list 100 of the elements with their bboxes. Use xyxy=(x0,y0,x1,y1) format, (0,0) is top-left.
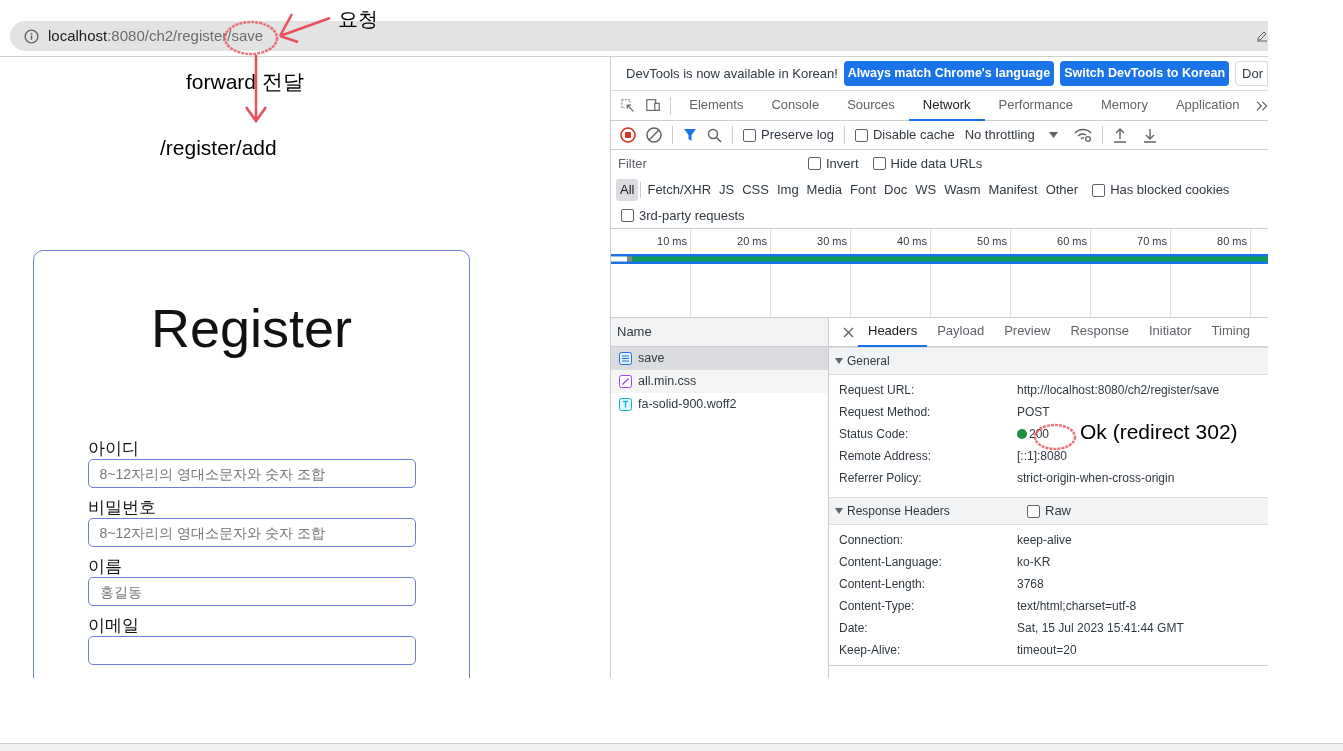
header-value: strict-origin-when-cross-origin xyxy=(1017,470,1175,487)
search-icon[interactable] xyxy=(707,127,722,143)
checkbox[interactable] xyxy=(1027,504,1040,518)
header-value: [::1]:8080 xyxy=(1017,448,1068,465)
header-value: 200 xyxy=(1029,426,1050,443)
timeline-tick: 50 ms xyxy=(977,234,1007,250)
more-tabs-icon[interactable] xyxy=(1255,99,1268,112)
request-row[interactable]: all.min.css xyxy=(611,370,828,393)
header-name: Status Code: xyxy=(838,426,910,443)
field-label: 이메일 xyxy=(87,616,140,636)
throttling-dropdown[interactable]: No throttling xyxy=(964,125,1058,145)
edit-icon[interactable] xyxy=(1256,30,1268,42)
info-icon xyxy=(24,28,39,44)
devtools-tab[interactable]: Performance xyxy=(984,90,1087,121)
type-filter[interactable]: Doc xyxy=(880,179,912,201)
checkbox[interactable] xyxy=(743,128,756,142)
filter-icon[interactable] xyxy=(683,128,697,142)
timeline-tick: 30 ms xyxy=(817,234,847,250)
checkbox[interactable] xyxy=(872,157,886,170)
type-filter[interactable]: Img xyxy=(772,179,803,201)
device-icon[interactable] xyxy=(645,98,661,113)
header-value: keep-alive xyxy=(1017,532,1072,549)
type-filter[interactable]: CSS xyxy=(738,179,773,201)
blocked-cookies-option[interactable]: Has blocked cookies xyxy=(1092,180,1230,200)
download-icon[interactable] xyxy=(1142,127,1157,143)
type-filter[interactable]: All xyxy=(616,179,639,201)
timeline-tick: 70 ms xyxy=(1137,234,1167,250)
raw-option[interactable]: Raw xyxy=(1027,501,1071,521)
input-field[interactable]: 8~12자리의 영대소문자와 숫자 조합 xyxy=(87,518,416,547)
request-row[interactable]: save xyxy=(611,347,828,370)
stylesheet-icon xyxy=(619,375,632,388)
header-name: Referrer Policy: xyxy=(838,470,923,487)
field-label: 아이디 xyxy=(87,439,140,459)
type-filter[interactable]: Fetch/XHR xyxy=(643,179,716,201)
section-header[interactable]: General xyxy=(829,347,1268,375)
timeline-tick: 40 ms xyxy=(897,234,927,250)
header-value: POST xyxy=(1017,404,1050,421)
timeline-tick: 80 ms xyxy=(1217,234,1247,250)
section-title: Response Headers xyxy=(847,503,951,520)
type-filter[interactable]: Media xyxy=(802,179,847,201)
input-field[interactable]: 8~12자리의 영대소문자와 숫자 조합 xyxy=(87,459,416,488)
devtools-tab[interactable]: Sources xyxy=(833,90,909,121)
handwritten-note: Ok (redirect 302) xyxy=(1080,419,1238,445)
url-text: localhost:8080/ch2/register/save xyxy=(48,25,264,46)
header-name: Date: xyxy=(838,620,869,637)
header-value: timeout=20 xyxy=(1017,642,1077,659)
devtools-tab[interactable]: Memory xyxy=(1086,90,1162,121)
devtools-tab[interactable]: Elements xyxy=(675,90,758,121)
type-filter[interactable]: WS xyxy=(911,179,941,201)
filter-option[interactable]: Invert xyxy=(808,153,859,174)
triangle-down-icon xyxy=(835,507,843,515)
type-filter[interactable]: Font xyxy=(846,179,881,201)
field-label: 이름 xyxy=(87,557,123,577)
third-party-option[interactable]: 3rd-party requests xyxy=(621,205,745,226)
devtools-tab[interactable]: Application xyxy=(1161,90,1254,121)
upload-icon[interactable] xyxy=(1112,127,1127,143)
detail-tab[interactable]: Initiator xyxy=(1138,317,1202,347)
header-name: Remote Address: xyxy=(838,448,933,465)
handwritten-note: /register/add xyxy=(160,135,277,161)
detail-tab[interactable]: Response xyxy=(1060,317,1139,347)
timeline-tick: 10 ms xyxy=(657,234,687,250)
font-icon xyxy=(619,398,632,411)
disable-cache-option[interactable]: Disable cache xyxy=(855,125,955,145)
header-name: Keep-Alive: xyxy=(838,642,902,659)
infobar-button[interactable]: Switch DevTools to Korean xyxy=(1060,61,1230,86)
type-filter[interactable]: Wasm xyxy=(940,179,985,201)
inspect-icon[interactable] xyxy=(621,97,636,114)
input-field[interactable]: 홍길동 xyxy=(87,577,416,606)
type-filter[interactable]: Manifest xyxy=(984,179,1042,201)
clear-icon[interactable] xyxy=(646,127,662,143)
filter-option[interactable]: Hide data URLs xyxy=(872,153,983,174)
preserve-log-option[interactable]: Preserve log xyxy=(743,125,834,145)
devtools-tab[interactable]: Network xyxy=(908,90,985,121)
type-filter[interactable]: JS xyxy=(715,179,739,201)
wifi-gear-icon[interactable] xyxy=(1073,128,1092,142)
type-filter[interactable]: Other xyxy=(1041,179,1083,201)
header-value: Sat, 15 Jul 2023 15:41:44 GMT xyxy=(1017,620,1184,637)
input-field[interactable] xyxy=(87,636,416,665)
header-name: Content-Length: xyxy=(838,576,927,593)
checkbox[interactable] xyxy=(808,157,821,170)
handwritten-note: forward 전달 xyxy=(186,69,304,95)
devtools-tab[interactable]: Console xyxy=(757,90,834,121)
infobar-message: DevTools is now available in Korean! xyxy=(626,64,838,83)
section-header[interactable]: Response Headers Raw xyxy=(829,497,1268,525)
detail-tab[interactable]: Timing xyxy=(1201,317,1261,347)
checkbox[interactable] xyxy=(1092,183,1106,197)
field-label: 비밀번호 xyxy=(87,498,157,518)
detail-tab[interactable]: Preview xyxy=(994,317,1061,347)
checkbox[interactable] xyxy=(855,128,868,142)
close-icon[interactable] xyxy=(843,326,854,338)
detail-tab[interactable]: Payload xyxy=(927,317,995,347)
infobar-button[interactable]: Always match Chrome's language xyxy=(843,61,1055,86)
header-name: Connection: xyxy=(838,532,905,549)
header-value: 3768 xyxy=(1017,576,1044,593)
record-icon[interactable] xyxy=(620,127,636,143)
header-value: http://localhost:8080/ch2/register/save xyxy=(1017,382,1220,399)
timeline-tick: 60 ms xyxy=(1057,234,1087,250)
infobar-button[interactable]: Dor xyxy=(1235,61,1268,86)
checkbox[interactable] xyxy=(621,209,634,222)
header-name: Content-Type: xyxy=(838,598,916,615)
